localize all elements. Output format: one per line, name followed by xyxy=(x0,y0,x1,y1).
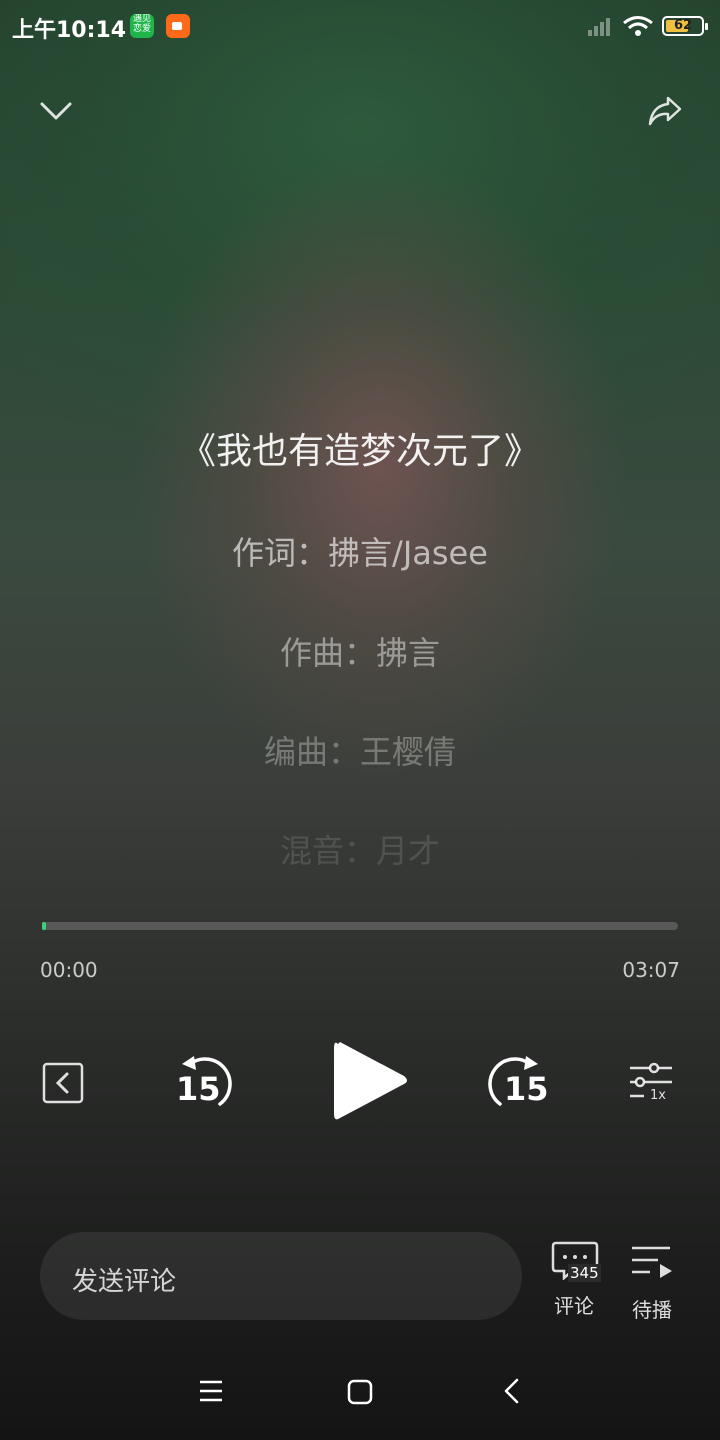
menu-icon[interactable] xyxy=(196,1378,226,1406)
forward-seconds: 15 xyxy=(504,1070,549,1108)
playlist-icon xyxy=(632,1246,672,1278)
queue-button[interactable]: 待播 xyxy=(626,1240,678,1322)
forward-15-button[interactable]: 15 xyxy=(478,1052,550,1116)
home-icon[interactable] xyxy=(346,1378,376,1408)
back-icon[interactable] xyxy=(500,1376,524,1408)
lyric-title: 《我也有造梦次元了》 xyxy=(179,431,540,472)
previous-icon[interactable] xyxy=(42,1062,86,1104)
signal-icon xyxy=(588,18,610,36)
share-icon[interactable] xyxy=(646,94,684,128)
comment-placeholder: 发送评论 xyxy=(72,1267,177,1297)
wifi-icon xyxy=(623,16,653,36)
comment-label: 评论 xyxy=(554,1294,594,1318)
collapse-chevron-icon[interactable] xyxy=(38,96,74,124)
play-icon[interactable] xyxy=(330,1036,410,1126)
video-notification-icon xyxy=(166,14,190,38)
speed-label: 1x xyxy=(650,1088,666,1103)
queue-label: 待播 xyxy=(632,1298,672,1322)
app-notification-icon: 遇见恋爱 xyxy=(130,14,154,38)
comment-input[interactable]: 发送评论 xyxy=(40,1232,522,1320)
comments-button[interactable]: 345 评论 xyxy=(548,1240,601,1318)
rewind-15-button[interactable]: 15 xyxy=(170,1052,242,1116)
total-time: 03:07 xyxy=(622,958,680,982)
lyric-line: 编曲：王樱倩 xyxy=(263,733,456,771)
progress-slider[interactable] xyxy=(42,922,678,930)
rewind-seconds: 15 xyxy=(176,1070,221,1108)
lyric-line: 混音：月才 xyxy=(279,832,440,870)
status-time: 上午10:14 xyxy=(12,18,127,43)
progress-fill xyxy=(42,922,46,930)
comment-count: 345 xyxy=(568,1264,601,1282)
lyric-line: 作曲：拂言 xyxy=(279,634,440,672)
speed-settings-button[interactable]: 1x xyxy=(628,1060,674,1106)
current-time: 00:00 xyxy=(40,958,98,982)
battery-icon: 62 xyxy=(662,16,708,36)
lyric-line: 作词：拂言/Jasee xyxy=(232,534,488,572)
battery-level: 62 xyxy=(673,18,693,33)
